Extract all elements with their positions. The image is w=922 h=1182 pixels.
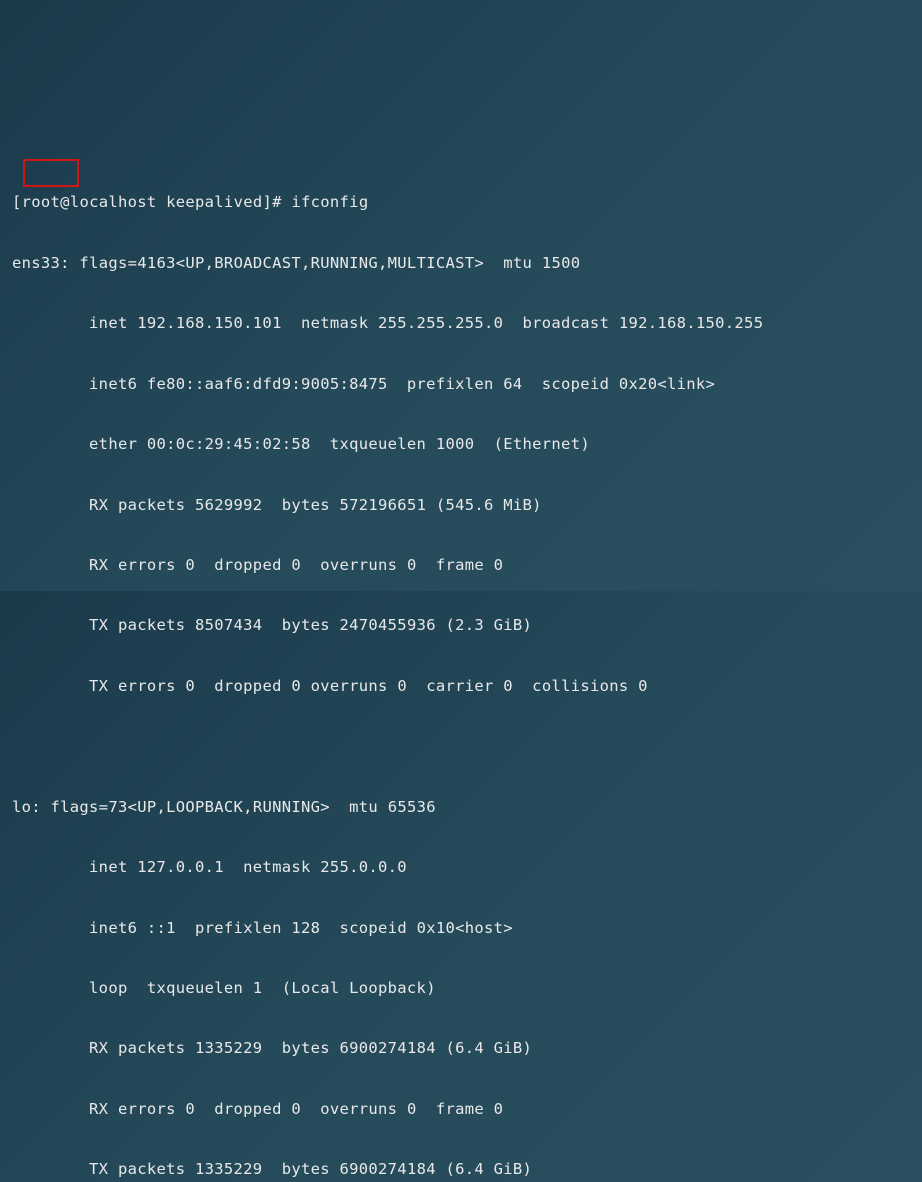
iface0-netmask: 255.255.255.0 <box>378 314 503 332</box>
iface0-rx-bytes-human: 545.6 MiB <box>445 496 532 514</box>
iface1-rx-packets: 1335229 <box>195 1039 262 1057</box>
iface1-type: Local Loopback <box>291 979 426 997</box>
iface1-netmask: 255.0.0.0 <box>320 858 407 876</box>
iface0-tx-packets: 8507434 <box>195 616 262 634</box>
iface0-header: ens33: flags=4163<UP,BROADCAST,RUNNING,M… <box>12 248 910 278</box>
iface0-tx-collisions: 0 <box>638 677 648 695</box>
highlight-ens33 <box>23 159 79 187</box>
iface0-tx-overruns: 0 <box>397 677 407 695</box>
iface0-tx-bytes-human: 2.3 GiB <box>455 616 522 634</box>
iface1-mtu: 65536 <box>388 798 436 816</box>
iface0-rx-errors: 0 <box>185 556 195 574</box>
iface0-flags-num: 4163 <box>137 254 176 272</box>
iface1-rx-errors: 0 <box>185 1100 195 1118</box>
iface0-inet: 192.168.150.101 <box>137 314 281 332</box>
command-text: ifconfig <box>291 193 368 211</box>
iface0-rx-bytes: 572196651 <box>340 496 427 514</box>
iface0-ether-line: ether 00:0c:29:45:02:58 txqueuelen 1000 … <box>12 429 910 459</box>
iface1-rx-bytes-human: 6.4 GiB <box>455 1039 522 1057</box>
prompt-cwd: keepalived <box>166 193 262 211</box>
iface0-rx-overruns: 0 <box>407 556 417 574</box>
prompt-user: root <box>22 193 61 211</box>
iface0-inet6: fe80::aaf6:dfd9:9005:8475 <box>147 375 388 393</box>
iface1-inet6-line: inet6 ::1 prefixlen 128 scopeid 0x10<hos… <box>12 913 910 943</box>
iface1-rx-overruns: 0 <box>407 1100 417 1118</box>
iface1-prefixlen: 128 <box>291 919 320 937</box>
iface1-loop-line: loop txqueuelen 1 (Local Loopback) <box>12 973 910 1003</box>
iface1-name: lo <box>12 798 31 816</box>
iface0-type: Ethernet <box>503 435 580 453</box>
iface1-tx-packets: 1335229 <box>195 1160 262 1178</box>
iface1-flags-num: 73 <box>108 798 127 816</box>
iface1-tx-packets-line: TX packets 1335229 bytes 6900274184 (6.4… <box>12 1154 910 1182</box>
iface0-tx-errors: 0 <box>185 677 195 695</box>
iface1-rx-frame: 0 <box>494 1100 504 1118</box>
iface1-inet-line: inet 127.0.0.1 netmask 255.0.0.0 <box>12 852 910 882</box>
iface0-ether: 00:0c:29:45:02:58 <box>147 435 311 453</box>
iface1-rx-bytes: 6900274184 <box>340 1039 436 1057</box>
iface0-rx-errors-line: RX errors 0 dropped 0 overruns 0 frame 0 <box>12 550 910 580</box>
iface0-rx-frame: 0 <box>494 556 504 574</box>
iface0-rx-packets-line: RX packets 5629992 bytes 572196651 (545.… <box>12 490 910 520</box>
iface1-scopeid: 0x10<host> <box>417 919 513 937</box>
iface0-broadcast: 192.168.150.255 <box>619 314 763 332</box>
iface0-tx-dropped: 0 <box>291 677 301 695</box>
terminal-output[interactable]: [root@localhost keepalived]# ifconfig en… <box>12 127 910 1182</box>
iface0-tx-errors-line: TX errors 0 dropped 0 overruns 0 carrier… <box>12 671 910 701</box>
prompt-line: [root@localhost keepalived]# ifconfig <box>12 187 910 217</box>
iface1-inet: 127.0.0.1 <box>137 858 224 876</box>
iface1-rx-dropped: 0 <box>291 1100 301 1118</box>
iface1-txqueuelen: 1 <box>253 979 263 997</box>
iface0-txqueuelen: 1000 <box>436 435 475 453</box>
iface0-scopeid: 0x20<link> <box>619 375 715 393</box>
iface0-tx-bytes: 2470455936 <box>340 616 436 634</box>
iface0-flags-list: UP,BROADCAST,RUNNING,MULTICAST <box>185 254 474 272</box>
iface0-rx-packets: 5629992 <box>195 496 262 514</box>
blank-line <box>12 731 910 761</box>
iface0-inet-line: inet 192.168.150.101 netmask 255.255.255… <box>12 308 910 338</box>
iface1-tx-bytes-human: 6.4 GiB <box>455 1160 522 1178</box>
iface0-inet6-line: inet6 fe80::aaf6:dfd9:9005:8475 prefixle… <box>12 369 910 399</box>
prompt-host: localhost <box>70 193 157 211</box>
iface0-name: ens33 <box>12 254 60 272</box>
iface0-mtu: 1500 <box>542 254 581 272</box>
iface0-prefixlen: 64 <box>503 375 522 393</box>
iface0-rx-dropped: 0 <box>291 556 301 574</box>
iface1-flags-list: UP,LOOPBACK,RUNNING <box>137 798 320 816</box>
iface1-header: lo: flags=73<UP,LOOPBACK,RUNNING> mtu 65… <box>12 792 910 822</box>
iface1-tx-bytes: 6900274184 <box>340 1160 436 1178</box>
iface1-inet6: ::1 <box>147 919 176 937</box>
iface0-tx-packets-line: TX packets 8507434 bytes 2470455936 (2.3… <box>12 610 910 640</box>
prompt-symbol: # <box>272 193 282 211</box>
iface1-rx-packets-line: RX packets 1335229 bytes 6900274184 (6.4… <box>12 1033 910 1063</box>
iface0-tx-carrier: 0 <box>503 677 513 695</box>
iface1-rx-errors-line: RX errors 0 dropped 0 overruns 0 frame 0 <box>12 1094 910 1124</box>
